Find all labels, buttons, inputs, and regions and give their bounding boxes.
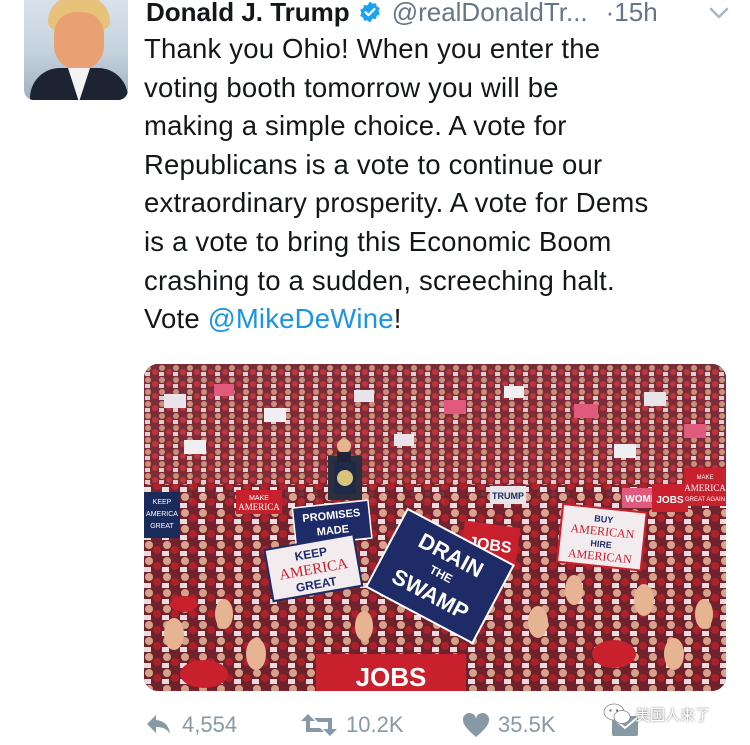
retweet-count: 10.2K [346, 712, 404, 737]
avatar[interactable] [24, 0, 128, 100]
author-handle[interactable]: @realDonaldTr... [392, 0, 588, 28]
sign-keep-left-1: KEEP [153, 499, 172, 506]
sign-make-right-2: AMERICA [684, 483, 726, 493]
sign-keep-left-3: GREAT [150, 523, 174, 530]
sign-trump-small: TRUMP [492, 491, 524, 501]
tweet-text-line: voting booth tomorrow you will be [144, 71, 559, 103]
vote-suffix: ! [393, 303, 402, 335]
wechat-icon [603, 703, 631, 724]
sign-jobs-right: JOBS [656, 495, 684, 506]
tweet-text-line: extraordinary prosperity. A vote for Dem… [144, 187, 649, 219]
tweet-text-line: crashing to a sudden, screeching halt. [144, 264, 615, 296]
author-name[interactable]: Donald J. Trump [146, 0, 350, 28]
sign-keep-left-2: AMERICA [146, 511, 178, 518]
reply-icon [147, 715, 170, 734]
tweet-text-last-line: Vote @MikeDeWine! [144, 300, 734, 339]
sign-make-left-1: MAKE [249, 495, 269, 502]
vote-prefix: Vote [144, 303, 208, 335]
tweet-text-line: making a simple choice. A vote for [144, 110, 567, 142]
sign-make-left-2: AMERICA [238, 502, 280, 512]
tweet-text-line: Republicans is a vote to continue our [144, 148, 603, 180]
like-count: 35.5K [498, 712, 556, 737]
tweet-text-line: Thank you Ohio! When you enter the [144, 33, 601, 64]
reply-count: 4,554 [182, 712, 238, 737]
wechat-watermark: 美国人来了 [603, 703, 710, 725]
caret-down-icon[interactable] [708, 2, 730, 24]
sign-make-right-3: GREAT AGAIN [685, 497, 725, 503]
tweet-text: Thank you Ohio! When you enter the votin… [144, 30, 734, 339]
tweet: Donald J. Trump @realDonaldTr... ·15h Th… [0, 0, 750, 745]
sign-jobs-bottom: JOBS [356, 662, 427, 691]
mention-link[interactable]: @MikeDeWine [208, 303, 394, 334]
watermark-text: 美国人来了 [635, 706, 711, 724]
heart-icon [462, 712, 490, 737]
reply-action[interactable]: 4,554 [144, 712, 237, 738]
like-action[interactable]: 35.5K [462, 712, 556, 738]
retweet-action[interactable]: 10.2K [300, 712, 404, 738]
tweet-photo[interactable]: MAKE AMERICA KEEP AMERICA GREAT TRUMP PR… [144, 364, 726, 691]
verified-icon [358, 0, 382, 24]
sign-make-right-1: MAKE [696, 475, 713, 481]
tweet-header: Donald J. Trump @realDonaldTr... ·15h [146, 0, 736, 32]
rally-photo-illustration: MAKE AMERICA KEEP AMERICA GREAT TRUMP PR… [144, 364, 726, 691]
tweet-timestamp[interactable]: ·15h [606, 0, 658, 28]
retweet-icon [301, 714, 337, 736]
tweet-text-line: is a vote to bring this Economic Boom [144, 225, 612, 257]
